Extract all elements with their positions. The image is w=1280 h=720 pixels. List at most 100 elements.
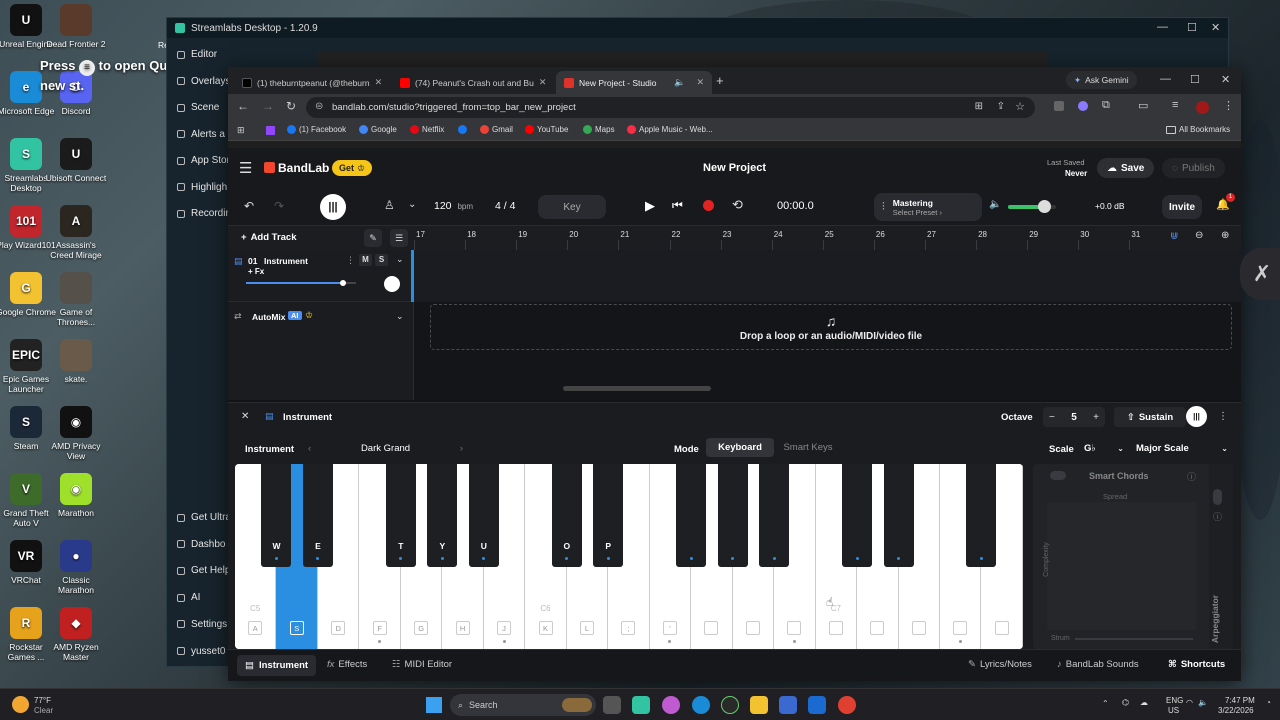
new-tab-icon[interactable]: + (716, 73, 724, 88)
black-key[interactable]: W (261, 464, 292, 567)
audio-playing-icon[interactable]: 🔈 (674, 77, 685, 88)
notifications-icon[interactable]: ◔ (1266, 698, 1271, 707)
language-indicator[interactable]: ENG (1166, 696, 1183, 705)
smart-chords-toggle[interactable] (1050, 471, 1066, 480)
chord-pad[interactable] (1047, 502, 1197, 630)
reload-icon[interactable]: ↻ (286, 99, 296, 113)
apps-grid-icon[interactable]: ⊞ (237, 125, 245, 136)
black-key[interactable]: Y (427, 464, 458, 567)
black-key[interactable]: E (302, 464, 333, 567)
next-instrument-icon[interactable]: › (460, 443, 463, 454)
bookmark-item[interactable]: Gmail (480, 125, 513, 134)
octave-minus-icon[interactable]: − (1049, 412, 1055, 423)
tab-close-icon[interactable]: ✕ (696, 77, 704, 88)
black-key[interactable]: P (593, 464, 624, 567)
shortcuts-button[interactable]: ⌘ Shortcuts (1168, 659, 1225, 670)
streamlabs-nav-item[interactable]: Dashbo (177, 539, 225, 550)
black-key[interactable]: O (551, 464, 582, 567)
octave-plus-icon[interactable]: + (1093, 412, 1099, 423)
desktop-shortcut[interactable]: Dead Frontier 2 (45, 4, 107, 49)
sustain-button[interactable]: ⇧ Sustain (1114, 407, 1186, 427)
info-icon[interactable]: ⓘ (1213, 510, 1222, 523)
forward-icon[interactable]: → (262, 99, 274, 113)
snap-icon[interactable]: ⋓ (1170, 231, 1178, 242)
bookmark-item[interactable]: Google (359, 125, 397, 134)
info-icon[interactable]: ⓘ (1187, 470, 1196, 483)
lyrics-notes-button[interactable]: ✎ Lyrics/Notes (968, 659, 1032, 670)
streamlabs-nav-item[interactable]: App Stor (177, 155, 230, 166)
track-volume-slider[interactable] (246, 280, 356, 286)
outlook-icon[interactable] (808, 696, 826, 714)
xbox-icon[interactable] (721, 696, 739, 714)
tempo-field[interactable]: 120 bpm (434, 200, 473, 212)
wifi-icon[interactable]: ◠ (1186, 698, 1193, 707)
start-icon[interactable] (426, 697, 442, 713)
skip-back-icon[interactable]: ⏮ (672, 198, 683, 213)
back-icon[interactable]: ← (237, 99, 249, 113)
metronome-dropdown-icon[interactable]: ⌄ (408, 199, 416, 210)
floating-widget-icon[interactable]: ✗ (1240, 248, 1280, 300)
desktop-shortcut[interactable]: ◆ AMD Ryzen Master (45, 607, 107, 662)
close-icon[interactable]: ✕ (1211, 21, 1220, 34)
bookmark-item[interactable]: (1) Facebook (287, 125, 346, 134)
weather-icon[interactable] (12, 696, 29, 713)
keyboard-view-icon[interactable]: ||| (1186, 406, 1207, 427)
mastering-button[interactable]: ⫶ Mastering Select Preset › (874, 193, 982, 221)
task-view-icon[interactable] (603, 696, 621, 714)
extension-icon[interactable] (1078, 101, 1088, 111)
bookmark-item[interactable]: Apple Music - Web... (627, 125, 713, 134)
maximize-icon[interactable]: ☐ (1190, 73, 1200, 86)
publish-button[interactable]: ◌ Publish (1162, 158, 1225, 178)
save-button[interactable]: ☁ Save (1097, 158, 1155, 178)
cloud-tray-icon[interactable]: ☁ (1140, 698, 1148, 707)
all-bookmarks[interactable]: All Bookmarks (1166, 125, 1230, 134)
arpeggiator-toggle[interactable] (1213, 489, 1222, 505)
piano-keyboard[interactable]: C5 A S D F G H J C6 K L; ' C7 W E T Y U O P (235, 464, 1023, 649)
bookmark-item[interactable]: Maps (583, 125, 615, 134)
black-key[interactable] (759, 464, 790, 567)
track-menu-icon[interactable]: ⋮ (346, 255, 355, 266)
streamlabs-nav-item[interactable]: Editor (177, 49, 217, 60)
pan-knob[interactable] (384, 276, 400, 292)
panel-more-icon[interactable]: ⋮ (1218, 411, 1228, 422)
minimize-icon[interactable]: — (1157, 21, 1168, 33)
automix-expand-icon[interactable]: ⌄ (396, 311, 404, 322)
copilot-icon[interactable] (662, 696, 680, 714)
sidepanel-icon[interactable]: ▭ (1138, 99, 1148, 112)
tab-close-icon[interactable]: ✕ (539, 77, 547, 88)
mute-button[interactable]: M (359, 254, 372, 266)
streamlabs-nav-item[interactable]: Recordin (177, 208, 231, 219)
invite-button[interactable]: Invite (1162, 195, 1202, 219)
desktop-shortcut[interactable]: skate. (45, 339, 107, 384)
extensions-puzzle-icon[interactable]: ⧉ (1102, 99, 1110, 112)
loop-icon[interactable]: ⟲ (732, 197, 743, 213)
streamlabs-taskbar-icon[interactable] (632, 696, 650, 714)
mode-smart-keys-tab[interactable]: Smart Keys (778, 438, 838, 457)
edge-taskbar-icon[interactable] (692, 696, 710, 714)
tool-icon[interactable]: ✎ (364, 229, 382, 247)
octave-stepper[interactable]: − 5 + (1043, 407, 1105, 427)
track-volume-knob[interactable] (339, 280, 346, 286)
twitch-icon[interactable] (266, 126, 275, 135)
desktop-shortcut[interactable]: U Ubisoft Connect (45, 138, 107, 183)
project-title[interactable]: New Project (228, 162, 1241, 174)
master-volume-slider[interactable] (1008, 200, 1056, 213)
volume-tray-icon[interactable]: 🔈 (1198, 698, 1208, 707)
chrome-taskbar-icon[interactable] (838, 696, 856, 714)
tab-bandlab[interactable]: New Project - Studio 🔈 ✕ (556, 71, 712, 94)
ask-gemini-button[interactable]: ✦ Ask Gemini (1066, 71, 1137, 89)
arpeggiator-strip[interactable]: ⓘ Arpeggiator (1209, 464, 1233, 649)
black-key[interactable] (717, 464, 748, 567)
close-icon[interactable]: ✕ (1221, 73, 1230, 86)
instrument-tab[interactable]: ▤ Instrument (237, 655, 317, 676)
desktop-shortcut[interactable]: ◉ Marathon (45, 473, 107, 518)
black-key[interactable]: U (468, 464, 499, 567)
black-key[interactable] (966, 464, 997, 567)
instrument-selector[interactable]: ‹ Dark Grand › (308, 438, 463, 458)
tab-close-icon[interactable]: ✕ (375, 77, 383, 88)
network-icon[interactable]: ⌬ (1122, 698, 1129, 707)
streamlabs-nav-item[interactable]: Get Ultra (177, 512, 231, 523)
black-key[interactable] (883, 464, 914, 567)
key-button[interactable]: Key (538, 195, 606, 219)
hamburger-menu-icon[interactable]: ☰ (239, 159, 252, 177)
